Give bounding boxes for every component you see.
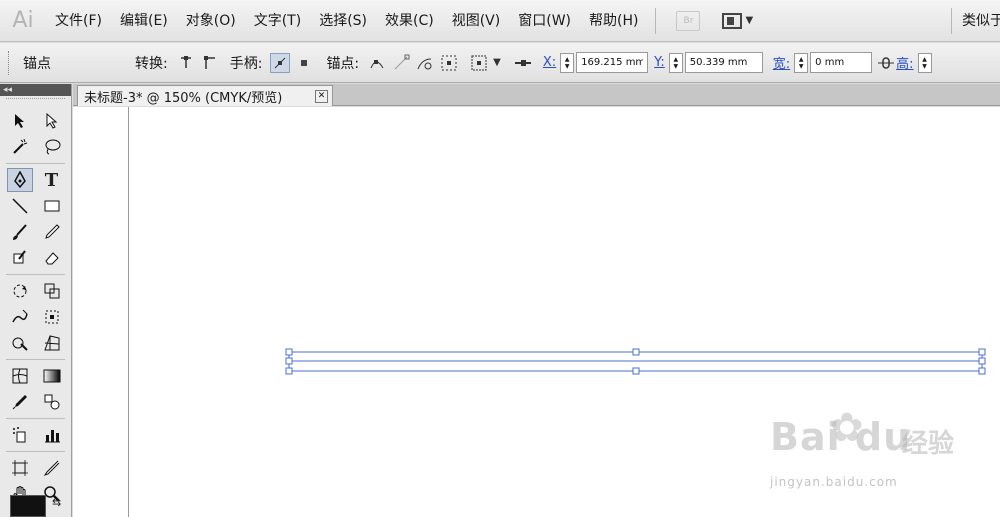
selection-tool-icon[interactable] bbox=[7, 109, 33, 133]
workspace-switcher[interactable]: 类似于 bbox=[951, 0, 1000, 42]
direct-selection-tool-icon[interactable] bbox=[39, 109, 65, 133]
gradient-tool-icon[interactable] bbox=[39, 364, 65, 388]
artboard-tool-icon[interactable] bbox=[7, 456, 33, 480]
height-label: 高: bbox=[896, 57, 914, 72]
rectangle-tool-icon[interactable] bbox=[39, 194, 65, 218]
document-tab-title: 未标题-3* @ 150% (CMYK/预览) bbox=[84, 90, 283, 106]
menu-window[interactable]: 窗口(W) bbox=[509, 0, 580, 42]
arrange-documents-icon bbox=[722, 12, 743, 29]
menu-edit[interactable]: 编辑(E) bbox=[111, 0, 177, 42]
warp-tool-icon[interactable] bbox=[7, 305, 33, 329]
align-anchor-icon[interactable] bbox=[513, 53, 533, 73]
show-handles-icon[interactable] bbox=[270, 52, 291, 73]
width-input[interactable] bbox=[810, 52, 873, 73]
bridge-button[interactable]: Br bbox=[676, 10, 701, 31]
menu-view[interactable]: 视图(V) bbox=[443, 0, 510, 42]
menu-file[interactable]: 文件(F) bbox=[46, 0, 111, 42]
control-bar-grip[interactable] bbox=[8, 50, 11, 75]
width-label: 宽: bbox=[772, 57, 791, 72]
anchors-label: 锚点: bbox=[326, 55, 360, 72]
menu-bar: Ai 文件(F) 编辑(E) 对象(O) 文字(T) 选择(S) 效果(C) 视图(V) 窗口… bbox=[0, 0, 1000, 42]
anchor-point-title: 锚点 bbox=[23, 55, 51, 72]
fill-color-swatch[interactable] bbox=[10, 495, 46, 517]
anchor-point bbox=[285, 357, 293, 365]
document-tab-bar: 未标题-3* @ 150% (CMYK/预览) ✕ bbox=[73, 84, 1000, 106]
connect-endpoints-icon[interactable] bbox=[391, 53, 411, 73]
pencil-tool-icon[interactable] bbox=[39, 220, 65, 244]
rotate-tool-icon[interactable] bbox=[7, 279, 33, 303]
control-bar: 锚点 转换: 手柄: 锚点: ▼ X: ▲▼ Y: ▲▼ 宽: ▲▼ 高: ▲ bbox=[0, 43, 1000, 83]
anchor-point bbox=[978, 357, 986, 365]
slice-tool-icon[interactable] bbox=[39, 456, 65, 480]
anchor-point bbox=[285, 348, 293, 356]
handles-label: 手柄: bbox=[229, 55, 263, 72]
cut-path-icon[interactable] bbox=[415, 53, 435, 73]
anchor-point bbox=[285, 367, 293, 375]
lasso-tool-icon[interactable] bbox=[39, 135, 65, 159]
anchor-point bbox=[978, 348, 986, 356]
line-segment-tool-icon[interactable] bbox=[7, 194, 33, 218]
shape-builder-tool-icon[interactable] bbox=[7, 331, 33, 355]
menu-object[interactable]: 对象(O) bbox=[177, 0, 245, 42]
tools-panel-collapse[interactable]: ◂◂ bbox=[0, 84, 71, 96]
chevron-down-icon: ▼ bbox=[745, 15, 754, 26]
symbol-sprayer-tool-icon[interactable] bbox=[7, 423, 33, 447]
menu-help[interactable]: 帮助(H) bbox=[580, 0, 647, 42]
tools-panel: ◂◂ T ⇆ bbox=[0, 84, 72, 517]
tools-panel-grip[interactable] bbox=[6, 98, 65, 106]
baidu-watermark: Bai du ✿ 经验 jingyan.baidu.com bbox=[770, 405, 960, 505]
eyedropper-tool-icon[interactable] bbox=[7, 390, 33, 414]
y-input[interactable] bbox=[684, 52, 763, 73]
convert-label: 转换: bbox=[135, 55, 168, 72]
column-graph-tool-icon[interactable] bbox=[39, 423, 65, 447]
magic-wand-tool-icon[interactable] bbox=[7, 135, 33, 159]
swap-colors-icon[interactable]: ⇆ bbox=[52, 496, 61, 509]
remove-anchor-icon[interactable] bbox=[367, 53, 387, 73]
y-label: Y: bbox=[654, 55, 665, 70]
convert-to-corner-icon[interactable] bbox=[176, 53, 196, 73]
hide-handles-icon[interactable] bbox=[294, 53, 314, 73]
blob-brush-tool-icon[interactable] bbox=[7, 246, 33, 270]
mesh-tool-icon[interactable] bbox=[7, 364, 33, 388]
arrange-documents-button[interactable]: ▼ bbox=[722, 12, 754, 29]
eraser-tool-icon[interactable] bbox=[39, 246, 65, 270]
close-icon[interactable]: ✕ bbox=[315, 89, 328, 103]
perspective-grid-tool-icon[interactable] bbox=[39, 331, 65, 355]
watermark-cn-text: 经验 bbox=[902, 429, 955, 459]
convert-to-smooth-icon[interactable] bbox=[200, 53, 220, 73]
watermark-url: jingyan.baidu.com bbox=[770, 475, 898, 489]
x-input[interactable] bbox=[576, 52, 649, 73]
blend-tool-icon[interactable] bbox=[39, 390, 65, 414]
y-spinner[interactable]: ▲ ▼ bbox=[668, 52, 683, 73]
height-spinner[interactable]: ▲ ▼ bbox=[917, 52, 932, 73]
menu-type[interactable]: 文字(T) bbox=[245, 0, 310, 42]
paw-icon: ✿ bbox=[830, 405, 864, 451]
width-spinner[interactable]: ▲ ▼ bbox=[794, 52, 809, 73]
anchor-point bbox=[632, 367, 640, 375]
scale-tool-icon[interactable] bbox=[39, 279, 65, 303]
chevron-down-icon[interactable]: ▼ bbox=[493, 57, 501, 68]
workspace-label: 类似于 bbox=[951, 7, 1000, 34]
x-label: X: bbox=[542, 55, 557, 70]
document-tab[interactable]: 未标题-3* @ 150% (CMYK/预览) ✕ bbox=[77, 85, 333, 106]
isolate-anchor-icon[interactable] bbox=[439, 53, 459, 73]
link-proportions-icon[interactable] bbox=[876, 53, 896, 73]
menu-effect[interactable]: 效果(C) bbox=[376, 0, 443, 42]
reference-point-icon[interactable] bbox=[469, 53, 489, 73]
anchor-point bbox=[978, 367, 986, 375]
anchor-point bbox=[632, 348, 640, 356]
x-spinner[interactable]: ▲ ▼ bbox=[560, 52, 575, 73]
type-tool-icon[interactable]: T bbox=[39, 168, 65, 192]
menu-separator bbox=[655, 7, 657, 34]
menu-select[interactable]: 选择(S) bbox=[310, 0, 376, 42]
app-logo: Ai bbox=[12, 8, 34, 33]
free-transform-tool-icon[interactable] bbox=[39, 305, 65, 329]
paintbrush-tool-icon[interactable] bbox=[7, 220, 33, 244]
pen-tool-icon[interactable] bbox=[6, 168, 33, 192]
